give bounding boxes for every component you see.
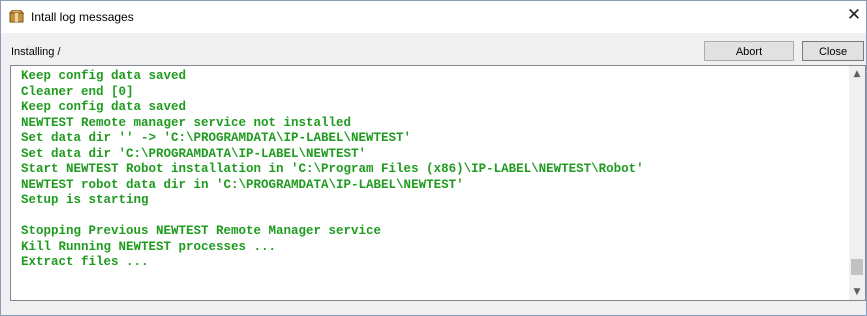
- log-line: Keep config data saved: [21, 69, 187, 83]
- log-line: Setup is starting: [21, 193, 149, 207]
- log-line: Set data dir 'C:\PROGRAMDATA\IP-LABEL\NE…: [21, 146, 367, 161]
- close-button[interactable]: Close: [802, 41, 864, 61]
- log-line: Kill Running NEWTEST processes ...: [21, 239, 277, 254]
- close-window-icon[interactable]: ✕: [844, 5, 864, 25]
- log-line: Set data dir '' -> 'C:\PROGRAMDATA\IP-LA…: [21, 131, 412, 145]
- log-line: Keep config data saved: [21, 100, 187, 114]
- log-line: NEWTEST Remote manager service not insta…: [21, 115, 352, 130]
- scroll-up-icon[interactable]: ▲: [849, 66, 865, 82]
- log-line: Stopping Previous NEWTEST Remote Manager…: [21, 224, 382, 238]
- status-text: Installing /: [11, 46, 61, 58]
- scroll-thumb[interactable]: [851, 258, 863, 275]
- scroll-down-icon[interactable]: ▼: [849, 284, 865, 300]
- log-line: Extract files ...: [21, 255, 149, 269]
- vertical-scrollbar[interactable]: ▲ ▼: [849, 66, 865, 300]
- abort-button[interactable]: Abort: [704, 41, 794, 61]
- log-lines: Keep config data saved Cleaner end [0] Kee…: [21, 69, 644, 271]
- log-output[interactable]: Keep config data saved Cleaner end [0] Kee…: [10, 65, 866, 301]
- installer-box-icon: [8, 9, 25, 23]
- install-log-window: Intall log messages ✕ Installing / Abort…: [0, 0, 867, 316]
- log-line: Cleaner end [0]: [21, 84, 134, 99]
- window-title: Intall log messages: [31, 10, 134, 24]
- log-line: NEWTEST robot data dir in 'C:\PROGRAMDAT…: [21, 177, 464, 192]
- log-line: Start NEWTEST Robot installation in 'C:\…: [21, 162, 644, 176]
- title-bar[interactable]: Intall log messages ✕: [1, 1, 866, 33]
